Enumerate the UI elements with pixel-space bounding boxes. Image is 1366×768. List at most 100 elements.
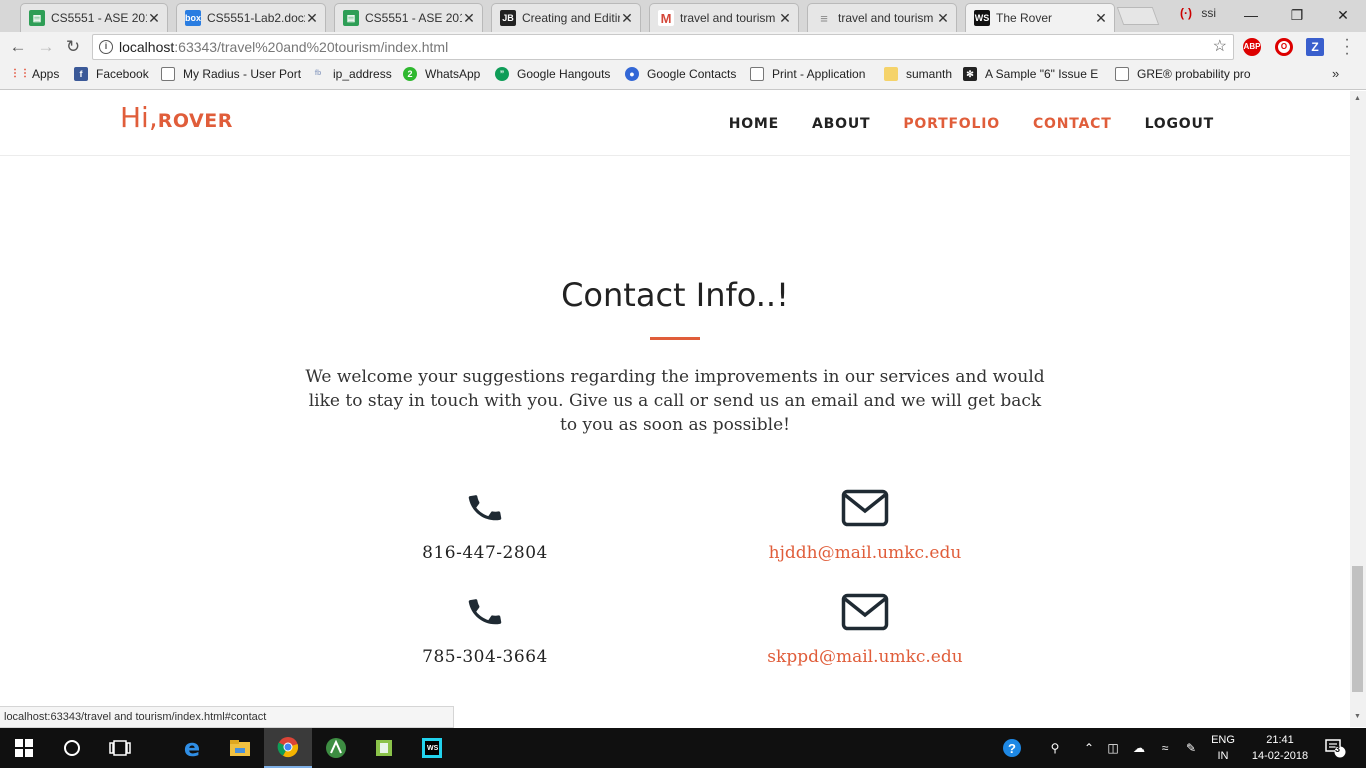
taskbar-webstorm[interactable]: WS [408, 728, 456, 768]
close-window-button[interactable]: ✕ [1320, 0, 1366, 30]
bookmark-item[interactable]: Print - Application [750, 67, 865, 81]
bookmark-item[interactable]: ● Google Contacts [625, 67, 736, 81]
windows-logo-icon [15, 739, 33, 757]
page-scrollbar[interactable]: ▲ ▼ [1350, 91, 1366, 727]
bookmark-item[interactable]: fb ip_address [311, 67, 392, 81]
nav-link-about[interactable]: ABOUT [812, 116, 870, 132]
close-tab-icon[interactable]: ✕ [305, 10, 319, 27]
svg-text:WS: WS [427, 745, 439, 752]
box-icon: box [185, 10, 201, 26]
nav-link-contact[interactable]: CONTACT [1033, 116, 1112, 132]
sheets-icon: ▤ [343, 10, 359, 26]
bookmark-item[interactable]: ⋮⋮ Apps [10, 67, 59, 81]
site-info-icon[interactable]: i [99, 40, 113, 54]
title-divider [650, 337, 700, 340]
tray-show-hidden[interactable]: ⌃ [1080, 728, 1098, 768]
close-tab-icon[interactable]: ✕ [1094, 10, 1108, 27]
opera-icon[interactable]: O [1275, 38, 1293, 56]
scroll-up-icon[interactable]: ▲ [1354, 95, 1361, 102]
start-button[interactable] [0, 728, 48, 768]
tray-language[interactable]: ENG IN [1208, 732, 1238, 764]
language-code: ENG [1211, 734, 1235, 746]
hangouts-icon: ” [495, 67, 509, 81]
windows-taskbar: e WS ? ⚲ ⌃ ◫ ☁ ≈ ✎ ENG IN 21:41 14-02-20… [0, 728, 1366, 768]
sheets-icon: ▤ [29, 10, 45, 26]
reload-button[interactable]: ↻ [63, 37, 83, 57]
chrome-icon [277, 737, 299, 758]
tray-wifi[interactable]: ≈ [1154, 728, 1176, 768]
tray-clock[interactable]: 21:41 14-02-2018 [1250, 732, 1310, 764]
taskbar-file-explorer[interactable] [216, 728, 264, 768]
browser-tab[interactable]: JB Creating and Editing ✕ [491, 3, 641, 32]
bookmark-label: Apps [32, 67, 60, 81]
task-view-button[interactable] [96, 728, 144, 768]
contacts-icon: ● [625, 67, 639, 81]
bookmarks-overflow-icon[interactable]: » [1332, 66, 1339, 81]
zotero-icon[interactable]: Z [1306, 38, 1324, 56]
browser-tab[interactable]: WS The Rover ✕ [965, 3, 1115, 32]
close-tab-icon[interactable]: ✕ [462, 10, 476, 27]
nav-link-home[interactable]: HOME [729, 116, 779, 132]
site-brand[interactable]: Hi,ROVER [120, 101, 233, 134]
scrollbar-thumb[interactable] [1352, 566, 1363, 692]
taskbar-android-studio[interactable] [312, 728, 360, 768]
close-tab-icon[interactable]: ✕ [620, 10, 634, 27]
address-bar[interactable]: i localhost:63343/travel%20and%20tourism… [92, 34, 1234, 60]
chrome-menu-icon[interactable]: · · · [1342, 32, 1352, 62]
bookmark-item[interactable]: GRE® probability pro [1115, 67, 1251, 81]
help-icon: ? [1003, 739, 1021, 757]
email-link-2[interactable]: skppd@mail.umkc.edu [735, 647, 995, 667]
phone-icon [468, 495, 502, 521]
svg-text:?: ? [1008, 741, 1016, 756]
taskbar-chrome[interactable] [264, 728, 312, 768]
back-button[interactable]: ← [8, 37, 28, 57]
phone-number-2: 785-304-3664 [422, 647, 548, 667]
document-icon [161, 67, 175, 81]
people-icon: ⚲ [1050, 741, 1060, 755]
nav-link-portfolio[interactable]: PORTFOLIO [903, 116, 1000, 132]
close-tab-icon[interactable]: ✕ [147, 10, 161, 27]
phone-number-1: 816-447-2804 [422, 543, 548, 563]
profile-button[interactable]: (·) ssi [1180, 6, 1216, 20]
tray-onedrive[interactable]: ☁ [1128, 728, 1150, 768]
cortana-button[interactable] [48, 728, 96, 768]
bookmark-item[interactable]: f Facebook [74, 67, 149, 81]
phone-icon [468, 599, 502, 625]
bookmarks-bar: ⋮⋮ Apps f Facebook My Radius - User Portal fb… [0, 62, 1366, 90]
email-contact-1: hjddh@mail.umkc.edu [735, 489, 995, 563]
clock-date: 14-02-2018 [1251, 750, 1309, 762]
scroll-down-icon[interactable]: ▼ [1354, 713, 1361, 720]
tab-title: travel and tourism [838, 11, 934, 25]
bookmark-item[interactable]: sumanth [884, 67, 952, 81]
tray-help[interactable]: ? [1000, 728, 1024, 768]
browser-tab[interactable]: ▤ CS5551 - ASE 2018✕ [20, 3, 168, 32]
tab-title: The Rover [996, 11, 1053, 25]
browser-tab[interactable]: Mtravel and tourism ✕ [649, 3, 799, 32]
taskbar-edge[interactable]: e [168, 728, 216, 768]
taskbar-notepad[interactable] [360, 728, 408, 768]
minimize-button[interactable]: — [1228, 0, 1274, 30]
tray-battery[interactable]: ◫ [1102, 728, 1124, 768]
browser-tab[interactable]: box CS5551-Lab2.docx ✕ [176, 3, 326, 32]
envelope-icon [841, 489, 889, 527]
bookmark-item[interactable]: 2 WhatsApp [403, 67, 480, 81]
close-tab-icon[interactable]: ✕ [778, 10, 792, 27]
bookmark-star-icon[interactable]: ☆ [1213, 35, 1227, 59]
forward-button[interactable]: → [36, 37, 56, 57]
browser-tab[interactable]: ▤ CS5551 - ASE 2018✕ [334, 3, 483, 32]
restore-button[interactable]: ❐ [1274, 0, 1320, 30]
profile-icon: (·) [1180, 6, 1192, 20]
action-center-button[interactable]: 3 [1320, 728, 1350, 768]
bookmark-item[interactable]: My Radius - User Portal [161, 67, 301, 81]
bookmark-item[interactable]: ✻ A Sample "6" Issue E [963, 67, 1098, 81]
tray-pen[interactable]: ✎ [1180, 728, 1202, 768]
new-tab-button[interactable] [1116, 7, 1160, 25]
browser-tab[interactable]: ≡ travel and tourism ✕ [807, 3, 957, 32]
close-tab-icon[interactable]: ✕ [936, 10, 950, 27]
email-link-1[interactable]: hjddh@mail.umkc.edu [735, 543, 995, 563]
adblock-plus-icon[interactable]: ABP [1243, 38, 1261, 56]
close-icon: ✕ [1337, 6, 1349, 23]
nav-link-logout[interactable]: LOGOUT [1145, 116, 1214, 132]
bookmark-item[interactable]: ” Google Hangouts [495, 67, 610, 81]
tray-people[interactable]: ⚲ [1044, 728, 1066, 768]
